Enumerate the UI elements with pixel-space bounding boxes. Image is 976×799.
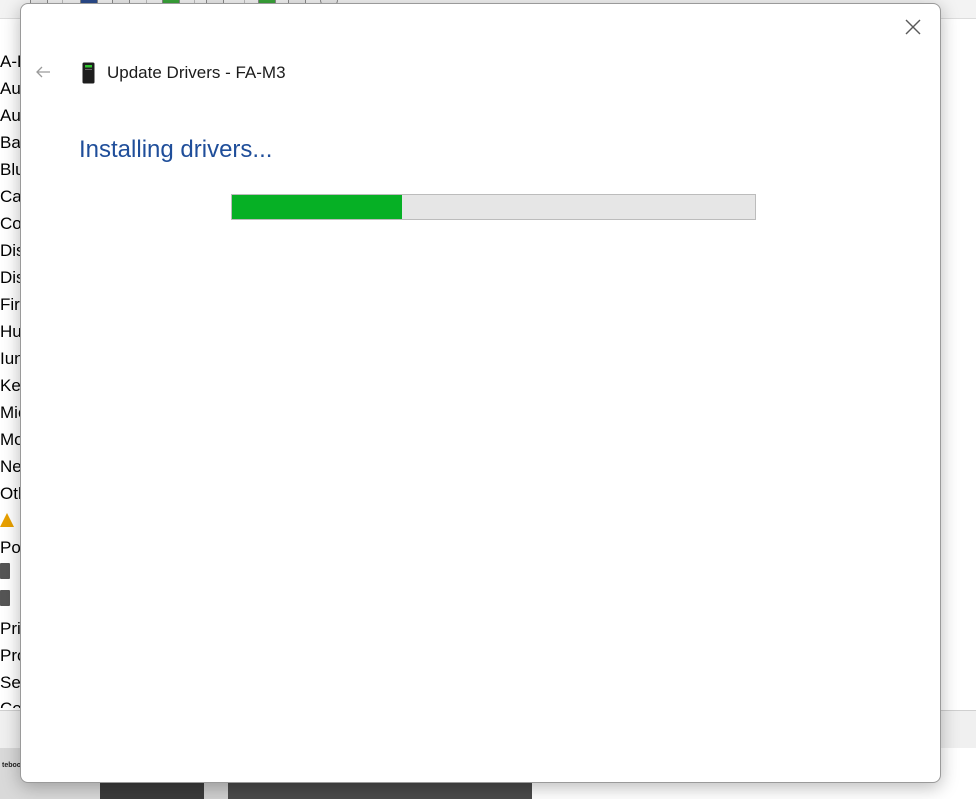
port-icon (0, 590, 10, 606)
port-icon (0, 563, 10, 579)
back-button[interactable] (31, 60, 55, 84)
close-icon (905, 19, 921, 35)
warning-icon (0, 513, 14, 527)
back-arrow-icon (36, 66, 50, 78)
device-icon (82, 62, 95, 84)
progress-fill (232, 195, 403, 219)
update-drivers-dialog: Update Drivers - FA-M3 Installing driver… (20, 3, 941, 783)
progress-bar (231, 194, 756, 220)
close-button[interactable] (898, 14, 928, 40)
status-heading: Installing drivers... (79, 136, 273, 163)
background-window-edge (940, 20, 976, 710)
dialog-title: Update Drivers - FA-M3 (107, 63, 286, 82)
